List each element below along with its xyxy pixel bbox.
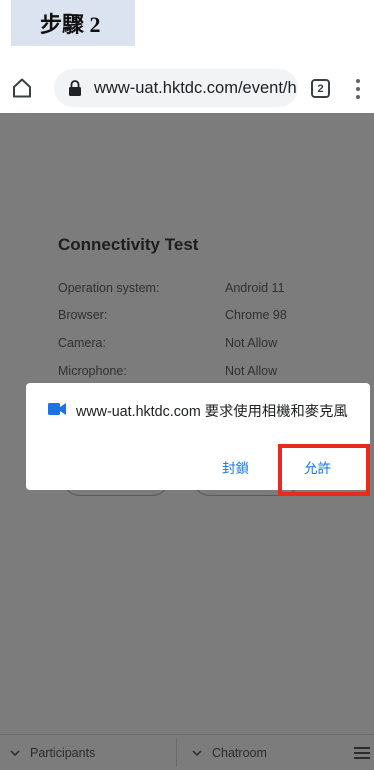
home-icon[interactable]	[10, 76, 34, 100]
chevron-down-icon	[192, 750, 202, 756]
page-title: Connectivity Test	[58, 235, 199, 254]
participants-label: Participants	[30, 746, 96, 760]
microphone-label: Microphone:	[58, 364, 127, 378]
tab-switcher-button[interactable]: 2	[311, 79, 330, 98]
bottom-divider	[176, 739, 177, 767]
block-button[interactable]: 封鎖	[222, 457, 249, 477]
tab-count: 2	[317, 82, 324, 95]
browser-label: Browser:	[58, 308, 108, 322]
browser-value: Chrome 98	[225, 308, 287, 322]
participants-tab[interactable]: Participants	[10, 735, 95, 770]
address-bar[interactable]: www-uat.hktdc.com/event/h	[54, 69, 298, 107]
lock-icon	[69, 80, 81, 96]
os-label: Operation system:	[58, 281, 160, 295]
step-badge: 步驟 2	[11, 0, 135, 46]
highlight-box	[278, 444, 370, 496]
chatroom-tab[interactable]: Chatroom	[192, 735, 267, 770]
camera-label: Camera:	[58, 336, 106, 350]
os-value: Android 11	[225, 281, 285, 295]
hamburger-menu-icon[interactable]	[354, 747, 370, 759]
chevron-down-icon	[10, 750, 20, 756]
permission-message: www-uat.hktdc.com 要求使用相機和麥克風	[76, 404, 348, 420]
bottom-bar: Participants Chatroom	[0, 734, 374, 770]
more-vert-icon[interactable]	[354, 78, 362, 100]
url-text: www-uat.hktdc.com/event/h	[94, 78, 297, 97]
camera-value: Not Allow	[225, 336, 278, 350]
chatroom-label: Chatroom	[212, 746, 267, 760]
microphone-value: Not Allow	[225, 364, 278, 378]
video-camera-icon	[48, 403, 66, 415]
browser-toolbar: www-uat.hktdc.com/event/h 2	[0, 64, 374, 112]
